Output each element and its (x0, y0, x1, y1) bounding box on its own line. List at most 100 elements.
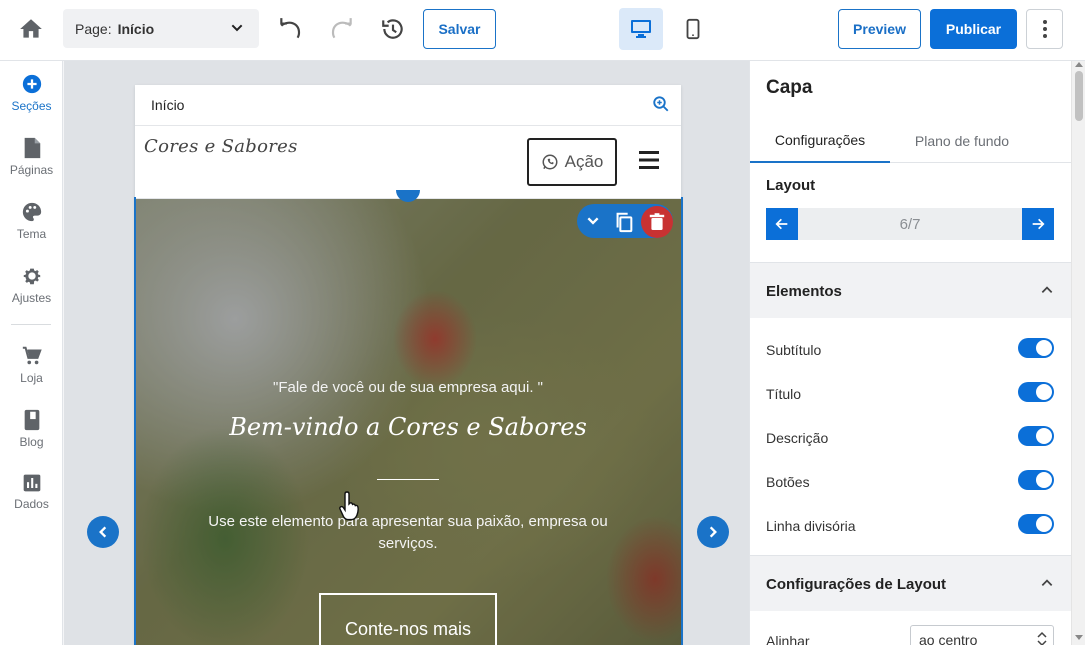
nav-item-theme[interactable]: Tema (0, 201, 63, 257)
scroll-down-icon[interactable] (1075, 635, 1083, 641)
tab-configuracoes[interactable]: Configurações (750, 119, 890, 163)
preview-button[interactable]: Preview (838, 9, 921, 49)
whatsapp-icon (542, 154, 558, 170)
save-button[interactable]: Salvar (423, 9, 496, 49)
hero-subtitle[interactable]: "Fale de você ou de sua empresa aqui. " (135, 379, 681, 396)
desktop-icon (631, 20, 651, 38)
toggle-row-subtitle: Subtítulo (766, 338, 1054, 362)
title-toggle[interactable] (1018, 382, 1054, 402)
toggle-label: Botões (766, 474, 810, 490)
panel-scrollbar[interactable] (1071, 61, 1085, 645)
gear-icon (23, 268, 40, 285)
hand-cursor-icon (339, 491, 359, 521)
left-nav: Seções Páginas Tema Ajustes Loja Blog Da… (0, 61, 63, 645)
trash-icon (649, 213, 665, 230)
layout-settings-section-header[interactable]: Configurações de Layout (750, 555, 1071, 611)
nav-item-pages[interactable]: Páginas (0, 137, 63, 193)
scroll-up-icon[interactable] (1075, 61, 1083, 67)
selection-border (681, 197, 683, 645)
toggle-row-description: Descrição (766, 426, 1054, 450)
nav-item-data[interactable]: Dados (0, 473, 63, 529)
desktop-view-button[interactable] (619, 8, 663, 50)
nav-label: Páginas (9, 163, 54, 177)
nav-label: Loja (20, 371, 43, 385)
toggle-label: Descrição (766, 430, 829, 446)
cart-icon (22, 346, 42, 365)
nav-item-store[interactable]: Loja (0, 345, 63, 401)
panel-tabs: Configurações Plano de fundo (750, 119, 1071, 163)
hero-section[interactable]: "Fale de você ou de sua empresa aqui. " … (135, 199, 681, 645)
hamburger-menu-icon[interactable] (639, 151, 659, 169)
align-select-value: ao centro (919, 632, 978, 645)
arrow-left-icon (775, 218, 788, 230)
next-layout-arrow[interactable] (697, 516, 729, 548)
delete-section-button[interactable] (641, 206, 673, 238)
action-button[interactable]: Ação (527, 138, 617, 186)
chevron-left-icon (99, 526, 107, 538)
editor-canvas: Início Cores e Sabores Ação "Fale de voc… (64, 61, 749, 645)
publish-button[interactable]: Publicar (930, 9, 1017, 49)
more-vertical-icon (1042, 20, 1047, 38)
layout-prev-button[interactable] (766, 208, 798, 240)
previous-layout-arrow[interactable] (87, 516, 119, 548)
history-icon[interactable] (380, 16, 406, 42)
selection-border (134, 197, 136, 645)
elements-section-header[interactable]: Elementos (750, 262, 1071, 318)
elements-section-title: Elementos (766, 283, 842, 300)
chevron-down-icon[interactable] (585, 213, 601, 229)
buttons-toggle[interactable] (1018, 470, 1054, 490)
home-icon[interactable] (18, 16, 44, 42)
layout-next-button[interactable] (1022, 208, 1054, 240)
toggle-row-title: Título (766, 382, 1054, 406)
add-section-button[interactable] (396, 190, 420, 202)
layout-switcher: 6/7 (766, 208, 1054, 240)
page-select[interactable]: Page: Início (63, 9, 259, 48)
hero-cta-button[interactable]: Conte-nos mais (319, 593, 497, 645)
divider-toggle[interactable] (1018, 514, 1054, 534)
copy-icon[interactable] (613, 211, 635, 233)
more-options-button[interactable] (1026, 9, 1063, 49)
nav-label: Blog (19, 435, 44, 449)
plus-circle-icon (22, 74, 41, 94)
arrow-right-icon (1032, 218, 1045, 230)
tab-plano-de-fundo[interactable]: Plano de fundo (890, 119, 1034, 163)
toggle-row-buttons: Botões (766, 470, 1054, 494)
redo-icon[interactable] (329, 16, 355, 42)
description-toggle[interactable] (1018, 426, 1054, 446)
undo-icon[interactable] (277, 16, 303, 42)
mobile-view-button[interactable] (671, 8, 715, 50)
site-logo[interactable]: Cores e Sabores (144, 136, 298, 157)
book-icon (24, 409, 39, 431)
nav-item-settings[interactable]: Ajustes (0, 265, 63, 321)
preview-page-name: Início (151, 97, 185, 113)
scrollbar-thumb[interactable] (1075, 71, 1083, 121)
top-bar: Page: Início Salvar Preview Publicar (0, 0, 1085, 61)
layout-label: Layout (766, 177, 816, 194)
align-label: Alinhar (766, 633, 810, 645)
site-preview-frame: Início Cores e Sabores Ação "Fale de voc… (135, 85, 681, 645)
panel-title: Capa (766, 77, 813, 98)
site-header[interactable]: Cores e Sabores Ação (135, 126, 681, 199)
palette-icon (22, 202, 41, 222)
hero-title[interactable]: Bem-vindo a Cores e Sabores (135, 413, 681, 441)
nav-label: Tema (16, 227, 47, 241)
page-select-value: Início (117, 20, 155, 37)
nav-label: Dados (14, 497, 49, 511)
toggle-row-divider: Linha divisória (766, 514, 1054, 538)
zoom-icon[interactable] (652, 95, 670, 113)
spinner-arrows-icon (1037, 631, 1047, 645)
chart-icon (23, 474, 40, 492)
align-select[interactable]: ao centro (910, 625, 1054, 645)
nav-item-blog[interactable]: Blog (0, 409, 63, 465)
toggle-label: Subtítulo (766, 342, 822, 358)
hero-divider (377, 479, 439, 480)
file-icon (24, 137, 40, 159)
subtitle-toggle[interactable] (1018, 338, 1054, 358)
nav-item-sections[interactable]: Seções (0, 73, 63, 129)
chevron-right-icon (709, 526, 717, 538)
hero-description[interactable]: Use este elemento para apresentar sua pa… (195, 511, 621, 555)
nav-label: Seções (11, 99, 52, 113)
properties-panel: Capa Configurações Plano de fundo Layout… (749, 61, 1071, 645)
chevron-up-icon (1041, 579, 1053, 586)
chevron-down-icon (231, 24, 243, 32)
